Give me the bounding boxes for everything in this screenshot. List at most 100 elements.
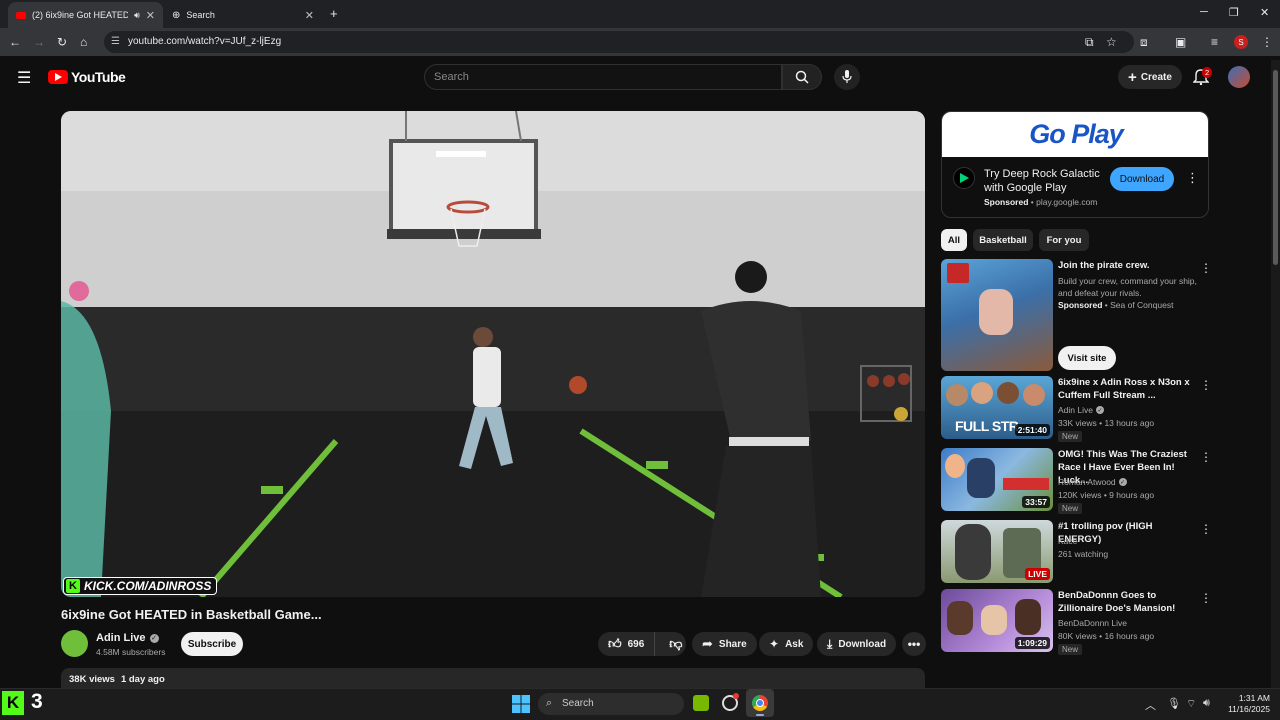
- wifi-icon[interactable]: ⌔: [1186, 697, 1196, 711]
- chip-all[interactable]: All: [941, 229, 967, 251]
- download-icon: ⤓: [827, 636, 833, 651]
- nvidia-icon[interactable]: [693, 695, 709, 711]
- chrome-icon: [752, 695, 768, 711]
- more-vertical-icon[interactable]: ⋮: [1200, 261, 1212, 275]
- channel-name[interactable]: Adin Live: [96, 632, 146, 644]
- taskbar-search[interactable]: [538, 693, 684, 715]
- chrome-menu-icon[interactable]: ⋮: [1261, 35, 1273, 49]
- rec-title[interactable]: 6ix9ine x Adin Ross x N3on x Cuffem Full…: [1058, 376, 1198, 402]
- youtube-play-icon: [48, 70, 68, 84]
- tab-search[interactable]: ⊕ Search ✕: [164, 2, 322, 28]
- ask-button[interactable]: ✦ Ask: [759, 632, 814, 656]
- forward-icon[interactable]: →: [33, 35, 45, 49]
- like-button[interactable]: 👍︎ 696: [598, 632, 656, 656]
- rec-thumbnail[interactable]: FULL STR 2:51:40: [941, 376, 1053, 439]
- rec-meta: 120K views • 9 hours ago: [1058, 490, 1155, 500]
- character-art: [979, 289, 1013, 335]
- rec-thumbnail[interactable]: 1:09:29: [941, 589, 1053, 652]
- dislike-button[interactable]: 👎︎: [661, 636, 690, 652]
- extensions-icon[interactable]: ⧈: [1140, 35, 1148, 50]
- thumbs-up-icon: 👍︎: [608, 636, 622, 651]
- kick-app-icon[interactable]: K: [2, 691, 24, 715]
- chevron-up-icon[interactable]: ︿: [1145, 697, 1156, 713]
- close-tab-icon[interactable]: ✕: [305, 9, 314, 22]
- rec-channel[interactable]: Kace: [1058, 536, 1077, 546]
- thumbs-down-icon: 👎︎: [669, 636, 683, 651]
- chip-for-you[interactable]: For you: [1039, 229, 1089, 251]
- globe-icon: ⊕: [172, 9, 181, 21]
- recommendation-item[interactable]: LIVE #1 trolling pov (HIGH ENERGY) Kace …: [941, 520, 1212, 584]
- channel-name-row[interactable]: Adin Live ✓: [96, 632, 159, 644]
- create-button[interactable]: + Create: [1118, 65, 1182, 89]
- volume-icon[interactable]: 🔊︎: [1203, 697, 1210, 710]
- browser-tab-bar: (2) 6ix9ine Got HEATED in B 🔊︎ ✕ ⊕ Searc…: [0, 0, 1280, 28]
- restore-button[interactable]: ❐: [1229, 6, 1239, 19]
- share-button[interactable]: ➦ Share: [692, 632, 757, 656]
- rec-title[interactable]: BenDaDonnn Goes to Zillionaire Doe's Man…: [1058, 589, 1198, 615]
- visit-site-button[interactable]: Visit site: [1058, 346, 1116, 370]
- taskbar-clock[interactable]: 1:31 AM 11/16/2025: [1222, 693, 1270, 715]
- ad-meta: Sponsored • play.google.com: [984, 197, 1098, 207]
- side-panel-icon[interactable]: ▣: [1175, 35, 1186, 49]
- page-scrollbar[interactable]: [1271, 60, 1280, 688]
- ad-download-button[interactable]: Download: [1110, 167, 1174, 191]
- back-icon[interactable]: ←: [9, 35, 21, 49]
- kick-logo-icon: K: [66, 579, 80, 593]
- more-actions-button[interactable]: •••: [902, 632, 926, 656]
- youtube-logo[interactable]: YouTube: [48, 69, 126, 85]
- install-app-icon[interactable]: ⧉: [1085, 35, 1094, 50]
- video-player[interactable]: K KICK.COM/ADINROSS: [61, 111, 925, 597]
- download-button[interactable]: ⤓ Download: [817, 632, 897, 656]
- tab-youtube[interactable]: (2) 6ix9ine Got HEATED in B 🔊︎ ✕: [8, 2, 163, 28]
- speaker-icon[interactable]: 🔊︎: [134, 10, 140, 21]
- recommendation-item[interactable]: 33:57 OMG! This Was The Craziest Race I …: [941, 448, 1212, 514]
- search-input[interactable]: [434, 69, 764, 85]
- recommendation-item[interactable]: 1:09:29 BenDaDonnn Goes to Zillionaire D…: [941, 589, 1212, 655]
- minimize-button[interactable]: ─: [1200, 6, 1208, 18]
- ad-card[interactable]: Go Play Try Deep Rock Galactic with Goog…: [941, 111, 1209, 218]
- windows-start-icon[interactable]: [512, 695, 530, 718]
- video-frame: [61, 111, 925, 597]
- more-vertical-icon[interactable]: ⋮: [1200, 378, 1212, 392]
- channel-avatar[interactable]: [61, 630, 88, 657]
- sponsored-thumbnail[interactable]: [941, 259, 1053, 371]
- chrome-taskbar-button[interactable]: [746, 689, 774, 717]
- ad-more-icon[interactable]: ⋮: [1186, 170, 1199, 186]
- rec-title[interactable]: #1 trolling pov (HIGH ENERGY): [1058, 520, 1198, 546]
- rec-title[interactable]: Join the pirate crew.: [1058, 259, 1198, 272]
- new-tab-button[interactable]: +: [330, 6, 338, 21]
- more-vertical-icon[interactable]: ⋮: [1200, 522, 1212, 536]
- profile-avatar[interactable]: S: [1234, 35, 1248, 49]
- search-button[interactable]: [782, 64, 822, 90]
- close-window-button[interactable]: ✕: [1260, 6, 1269, 19]
- home-icon[interactable]: ⌂: [80, 35, 87, 49]
- site-info-icon[interactable]: ☰: [111, 36, 120, 47]
- more-vertical-icon[interactable]: ⋮: [1200, 591, 1212, 605]
- reading-list-icon[interactable]: ≡: [1211, 35, 1218, 49]
- like-dislike-group: 👍︎ 696 👎︎: [598, 632, 686, 656]
- microphone-tray-icon[interactable]: 🎙︎: [1167, 697, 1181, 710]
- more-vertical-icon[interactable]: ⋮: [1200, 450, 1212, 464]
- taskbar-search-placeholder[interactable]: Search: [562, 698, 594, 709]
- close-tab-icon[interactable]: ✕: [146, 9, 155, 22]
- subscribe-button[interactable]: Subscribe: [181, 632, 243, 656]
- rec-channel[interactable]: Adin Live: [1058, 405, 1093, 415]
- rec-channel[interactable]: BenDaDonnn Live: [1058, 618, 1127, 628]
- account-avatar[interactable]: [1228, 66, 1250, 88]
- scrollbar-thumb[interactable]: [1273, 70, 1278, 265]
- app-notification-dot: [733, 693, 739, 699]
- bookmark-star-icon[interactable]: ☆: [1106, 35, 1117, 49]
- rec-thumbnail[interactable]: LIVE: [941, 520, 1053, 583]
- taskbar-search-icon: ⌕: [546, 697, 553, 709]
- recommendation-item[interactable]: FULL STR 2:51:40 6ix9ine x Adin Ross x N…: [941, 376, 1212, 442]
- reload-icon[interactable]: ↻: [57, 35, 67, 49]
- url-text[interactable]: youtube.com/watch?v=JUf_z-ljEzg: [128, 36, 281, 47]
- voice-search-button[interactable]: [834, 64, 860, 90]
- microphone-icon: [842, 70, 852, 83]
- rec-thumbnail[interactable]: 33:57: [941, 448, 1053, 511]
- rec-channel[interactable]: Roman Atwood: [1058, 477, 1116, 487]
- ad-title[interactable]: Try Deep Rock Galactic with Google Play: [984, 167, 1109, 195]
- sponsored-recommendation[interactable]: Join the pirate crew. Build your crew, c…: [941, 259, 1212, 371]
- chip-basketball[interactable]: Basketball: [973, 229, 1033, 251]
- hamburger-menu-icon[interactable]: ☰: [17, 68, 31, 88]
